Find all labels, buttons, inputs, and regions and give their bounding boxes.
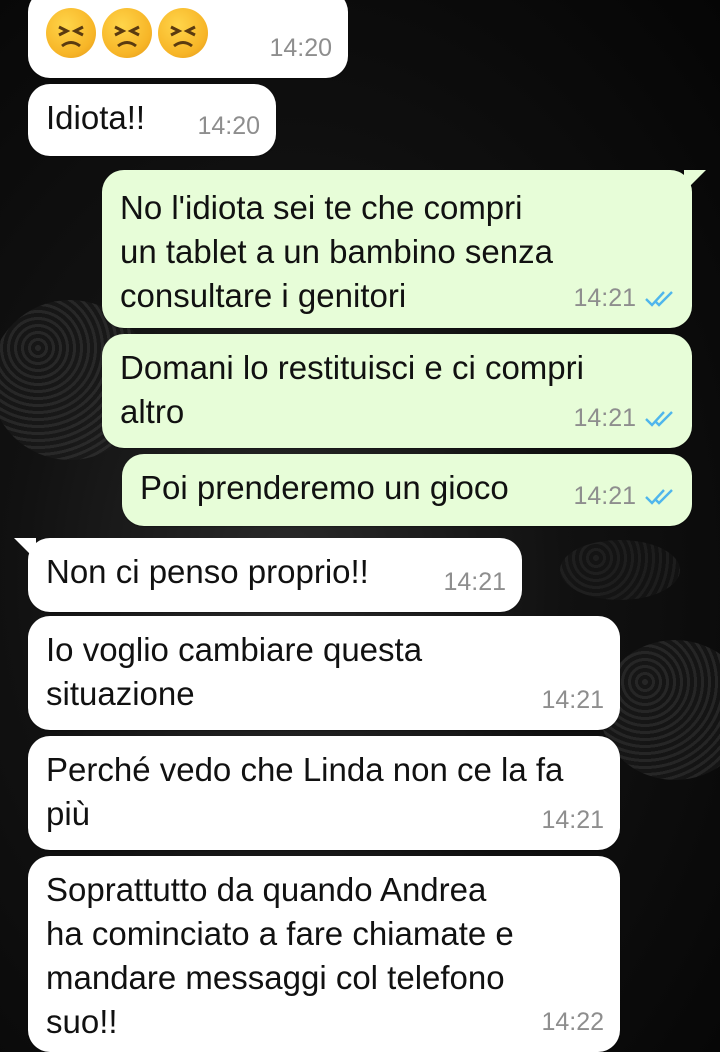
read-receipt-ticks-icon (645, 411, 673, 427)
message-timestamp: 14:20 (269, 34, 332, 62)
message-timestamp: 14:21 (541, 686, 604, 714)
message-text: Soprattutto da quando Andrea ha comincia… (46, 871, 514, 1040)
bubble-tail (14, 538, 36, 560)
read-receipt-ticks-icon (645, 489, 673, 505)
message-timestamp: 14:20 (197, 112, 260, 140)
message-timestamp: 14:21 (443, 568, 506, 596)
message-timestamp: 14:21 (573, 474, 676, 518)
message-timestamp: 14:21 (573, 396, 676, 440)
message-timestamp: 14:21 (573, 276, 676, 320)
persevering-face-emoji-icon (102, 8, 152, 58)
incoming-message-bubble[interactable]: Io voglio cambiare questa situazione 14:… (28, 616, 620, 730)
background-wallpaper-shape (560, 540, 680, 600)
incoming-message-bubble[interactable]: Idiota!! 14:20 (28, 84, 276, 156)
read-receipt-ticks-icon (645, 291, 673, 307)
persevering-face-emoji-icon (46, 8, 96, 58)
incoming-message-bubble[interactable]: Perché vedo che Linda non ce la fa più 1… (28, 736, 620, 850)
incoming-message-bubble[interactable]: Soprattutto da quando Andrea ha comincia… (28, 856, 620, 1052)
message-text: Non ci penso proprio!! (46, 553, 369, 590)
incoming-message-bubble[interactable]: Non ci penso proprio!! 14:21 (14, 538, 522, 612)
outgoing-message-bubble[interactable]: Poi prenderemo un gioco 14:21 (122, 454, 692, 526)
message-text: Perché vedo che Linda non ce la fa più (46, 751, 564, 832)
message-timestamp: 14:22 (541, 1008, 604, 1036)
persevering-face-emoji-icon (158, 8, 208, 58)
outgoing-message-bubble[interactable]: Domani lo restituisci e ci compri altro … (102, 334, 692, 448)
bubble-tail (684, 170, 706, 192)
message-text: Io voglio cambiare questa situazione (46, 631, 423, 712)
incoming-message-bubble[interactable]: 14:20 (28, 0, 348, 78)
outgoing-message-bubble[interactable]: No l'idiota sei te che compri un tablet … (102, 170, 706, 328)
message-timestamp: 14:21 (541, 806, 604, 834)
